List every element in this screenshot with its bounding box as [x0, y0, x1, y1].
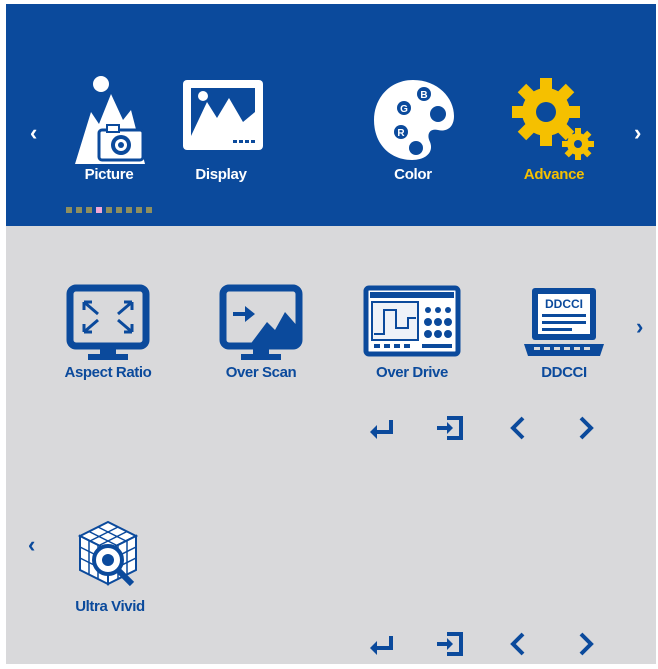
page-dot-active	[96, 207, 102, 213]
osd-menu: ‹ Picture Display B G R Color Advance › …	[6, 4, 656, 664]
over-scan-icon	[219, 284, 303, 360]
page-dot	[116, 207, 122, 213]
palette-letter-g: G	[400, 104, 408, 115]
enter-icon[interactable]	[348, 408, 416, 448]
color-palette-icon: B G R	[374, 80, 454, 160]
exit-icon[interactable]	[416, 624, 484, 664]
category-bar: ‹ Picture Display B G R Color Advance ›	[6, 4, 656, 226]
right-icon[interactable]	[552, 408, 620, 448]
left-icon[interactable]	[484, 408, 552, 448]
picture-icon	[75, 76, 145, 164]
category-prev-arrow-icon[interactable]: ‹	[30, 122, 37, 144]
ultra-vivid-icon	[77, 520, 139, 587]
item-ddcci[interactable]: DDCCI DDCCI	[504, 284, 624, 381]
page-indicator	[66, 207, 152, 213]
item-ultra-vivid[interactable]: Ultra Vivid	[50, 516, 170, 615]
item-label: Ultra Vivid	[75, 598, 145, 615]
category-next-arrow-icon[interactable]: ›	[634, 122, 641, 144]
key-hints-row2	[348, 624, 620, 664]
item-label: DDCCI	[541, 364, 587, 381]
category-display[interactable]: Display	[171, 72, 271, 183]
items-next-arrow-icon[interactable]: ›	[636, 316, 643, 338]
ddcci-icon: DDCCI	[524, 288, 604, 356]
item-over-drive[interactable]: Over Drive	[352, 284, 472, 381]
enter-icon[interactable]	[348, 624, 416, 664]
ddcci-screen-text: DDCCI	[545, 297, 583, 311]
left-icon[interactable]	[484, 624, 552, 664]
category-label: Display	[195, 166, 247, 183]
page-dot	[86, 207, 92, 213]
display-icon	[183, 80, 263, 150]
over-drive-icon	[363, 285, 461, 357]
item-over-scan[interactable]: Over Scan	[201, 284, 321, 381]
palette-letter-b: B	[420, 90, 427, 101]
item-label: Aspect Ratio	[64, 364, 152, 381]
items-prev-arrow-icon[interactable]: ‹	[28, 534, 35, 556]
palette-letter-r: R	[397, 128, 405, 139]
aspect-ratio-icon	[66, 284, 150, 360]
category-picture[interactable]: Picture	[59, 72, 159, 183]
category-advance[interactable]: Advance	[504, 72, 604, 183]
page-dot	[126, 207, 132, 213]
item-label: Over Scan	[225, 364, 297, 381]
page-dot	[66, 207, 72, 213]
category-label: Color	[394, 166, 432, 183]
category-color[interactable]: B G R Color	[363, 72, 463, 183]
page-dot	[76, 207, 82, 213]
category-label: Advance	[523, 166, 585, 183]
item-label: Over Drive	[376, 364, 448, 381]
item-aspect-ratio[interactable]: Aspect Ratio	[48, 284, 168, 381]
gears-icon	[512, 78, 594, 160]
exit-icon[interactable]	[416, 408, 484, 448]
page-dot	[106, 207, 112, 213]
category-label: Picture	[84, 166, 134, 183]
page-dot	[136, 207, 142, 213]
key-hints-row1	[348, 408, 620, 448]
page-dot	[146, 207, 152, 213]
right-icon[interactable]	[552, 624, 620, 664]
